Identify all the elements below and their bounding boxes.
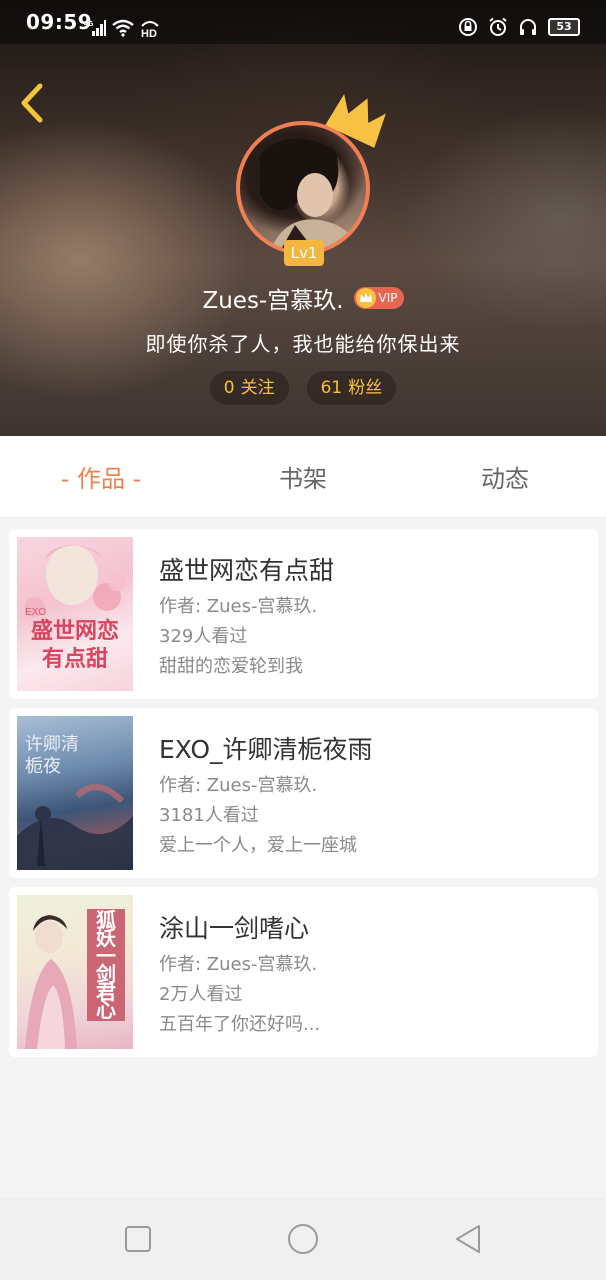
vip-badge: VIP bbox=[353, 287, 404, 309]
book-cover-title: 许卿清栀夜 bbox=[25, 734, 79, 777]
book-cover: EXO 盛世网恋有点甜 bbox=[17, 537, 133, 691]
following-count: 0 bbox=[223, 378, 235, 398]
username: Zues-宫慕玖. bbox=[202, 288, 344, 314]
alarm-icon bbox=[489, 17, 507, 36]
book-cover: 狐妖一剑君心 bbox=[17, 895, 133, 1049]
book-title: 盛世网恋有点甜 bbox=[159, 556, 335, 585]
vip-label: VIP bbox=[378, 291, 398, 305]
headphones-icon bbox=[520, 19, 536, 35]
recent-apps-button[interactable] bbox=[121, 1222, 155, 1256]
fans-button[interactable]: 61 粉丝 bbox=[306, 371, 397, 405]
profile-header: 09:59 4G HD 53 Lv1 Zues-宫慕玖. VIP 即使你杀了人，… bbox=[0, 0, 606, 436]
book-views: 2万人看过 bbox=[159, 984, 243, 1005]
book-views: 3181人看过 bbox=[159, 805, 259, 826]
status-bar: 09:59 4G HD 53 bbox=[0, 0, 606, 44]
hd-icon: HD bbox=[141, 21, 159, 38]
signal-icon: 4G bbox=[84, 20, 106, 36]
following-button[interactable]: 0 关注 bbox=[209, 371, 289, 405]
tab-works[interactable]: - 作品 - bbox=[0, 436, 202, 517]
profile-signature: 即使你杀了人，我也能给你保出来 bbox=[145, 332, 461, 356]
book-cover: 许卿清栀夜 bbox=[17, 716, 133, 870]
tab-bookshelf[interactable]: 书架 bbox=[202, 436, 404, 517]
home-button[interactable] bbox=[286, 1222, 320, 1256]
book-cover-title: 狐妖一剑君心 bbox=[96, 908, 116, 1022]
crown-icon bbox=[325, 94, 386, 148]
profile-tabs: - 作品 - 书架 动态 bbox=[0, 436, 606, 518]
book-author: 作者: Zues-宫慕玖. bbox=[159, 596, 318, 617]
book-title: EXO_许卿清栀夜雨 bbox=[159, 735, 373, 764]
book-card[interactable]: 狐妖一剑君心 涂山一剑嗜心 作者: Zues-宫慕玖. 2万人看过 五百年了你还… bbox=[9, 887, 598, 1057]
status-time: 09:59 bbox=[26, 10, 93, 34]
back-nav-button[interactable] bbox=[451, 1222, 485, 1256]
vip-crown-icon bbox=[355, 288, 376, 308]
following-label: 关注 bbox=[240, 378, 275, 398]
book-description: 五百年了你还好吗... bbox=[159, 1014, 321, 1035]
back-arrow-icon[interactable] bbox=[16, 82, 52, 124]
book-description: 爱上一个人，爱上一座城 bbox=[159, 835, 357, 856]
wifi-icon bbox=[112, 19, 134, 37]
book-cover-title: 盛世网恋有点甜 bbox=[30, 618, 119, 672]
svg-text:4G: 4G bbox=[84, 21, 94, 28]
lock-rotation-icon bbox=[459, 18, 477, 36]
level-badge: Lv1 bbox=[284, 240, 324, 266]
tab-activity[interactable]: 动态 bbox=[404, 436, 606, 517]
system-nav-bar bbox=[0, 1198, 606, 1280]
book-views: 329人看过 bbox=[159, 626, 248, 647]
book-card[interactable]: EXO 盛世网恋有点甜 盛世网恋有点甜 作者: Zues-宫慕玖. 329人看过… bbox=[9, 529, 598, 699]
works-list: EXO 盛世网恋有点甜 盛世网恋有点甜 作者: Zues-宫慕玖. 329人看过… bbox=[9, 529, 598, 1066]
book-author: 作者: Zues-宫慕玖. bbox=[159, 954, 318, 975]
book-title: 涂山一剑嗜心 bbox=[159, 914, 310, 943]
svg-text:HD: HD bbox=[141, 28, 157, 38]
fans-count: 61 bbox=[320, 378, 343, 398]
book-description: 甜甜的恋爱轮到我 bbox=[159, 656, 303, 677]
book-author: 作者: Zues-宫慕玖. bbox=[159, 775, 318, 796]
fans-label: 粉丝 bbox=[348, 378, 383, 398]
book-card[interactable]: 许卿清栀夜 EXO_许卿清栀夜雨 作者: Zues-宫慕玖. 3181人看过 爱… bbox=[9, 708, 598, 878]
battery-icon: 53 bbox=[548, 18, 580, 36]
